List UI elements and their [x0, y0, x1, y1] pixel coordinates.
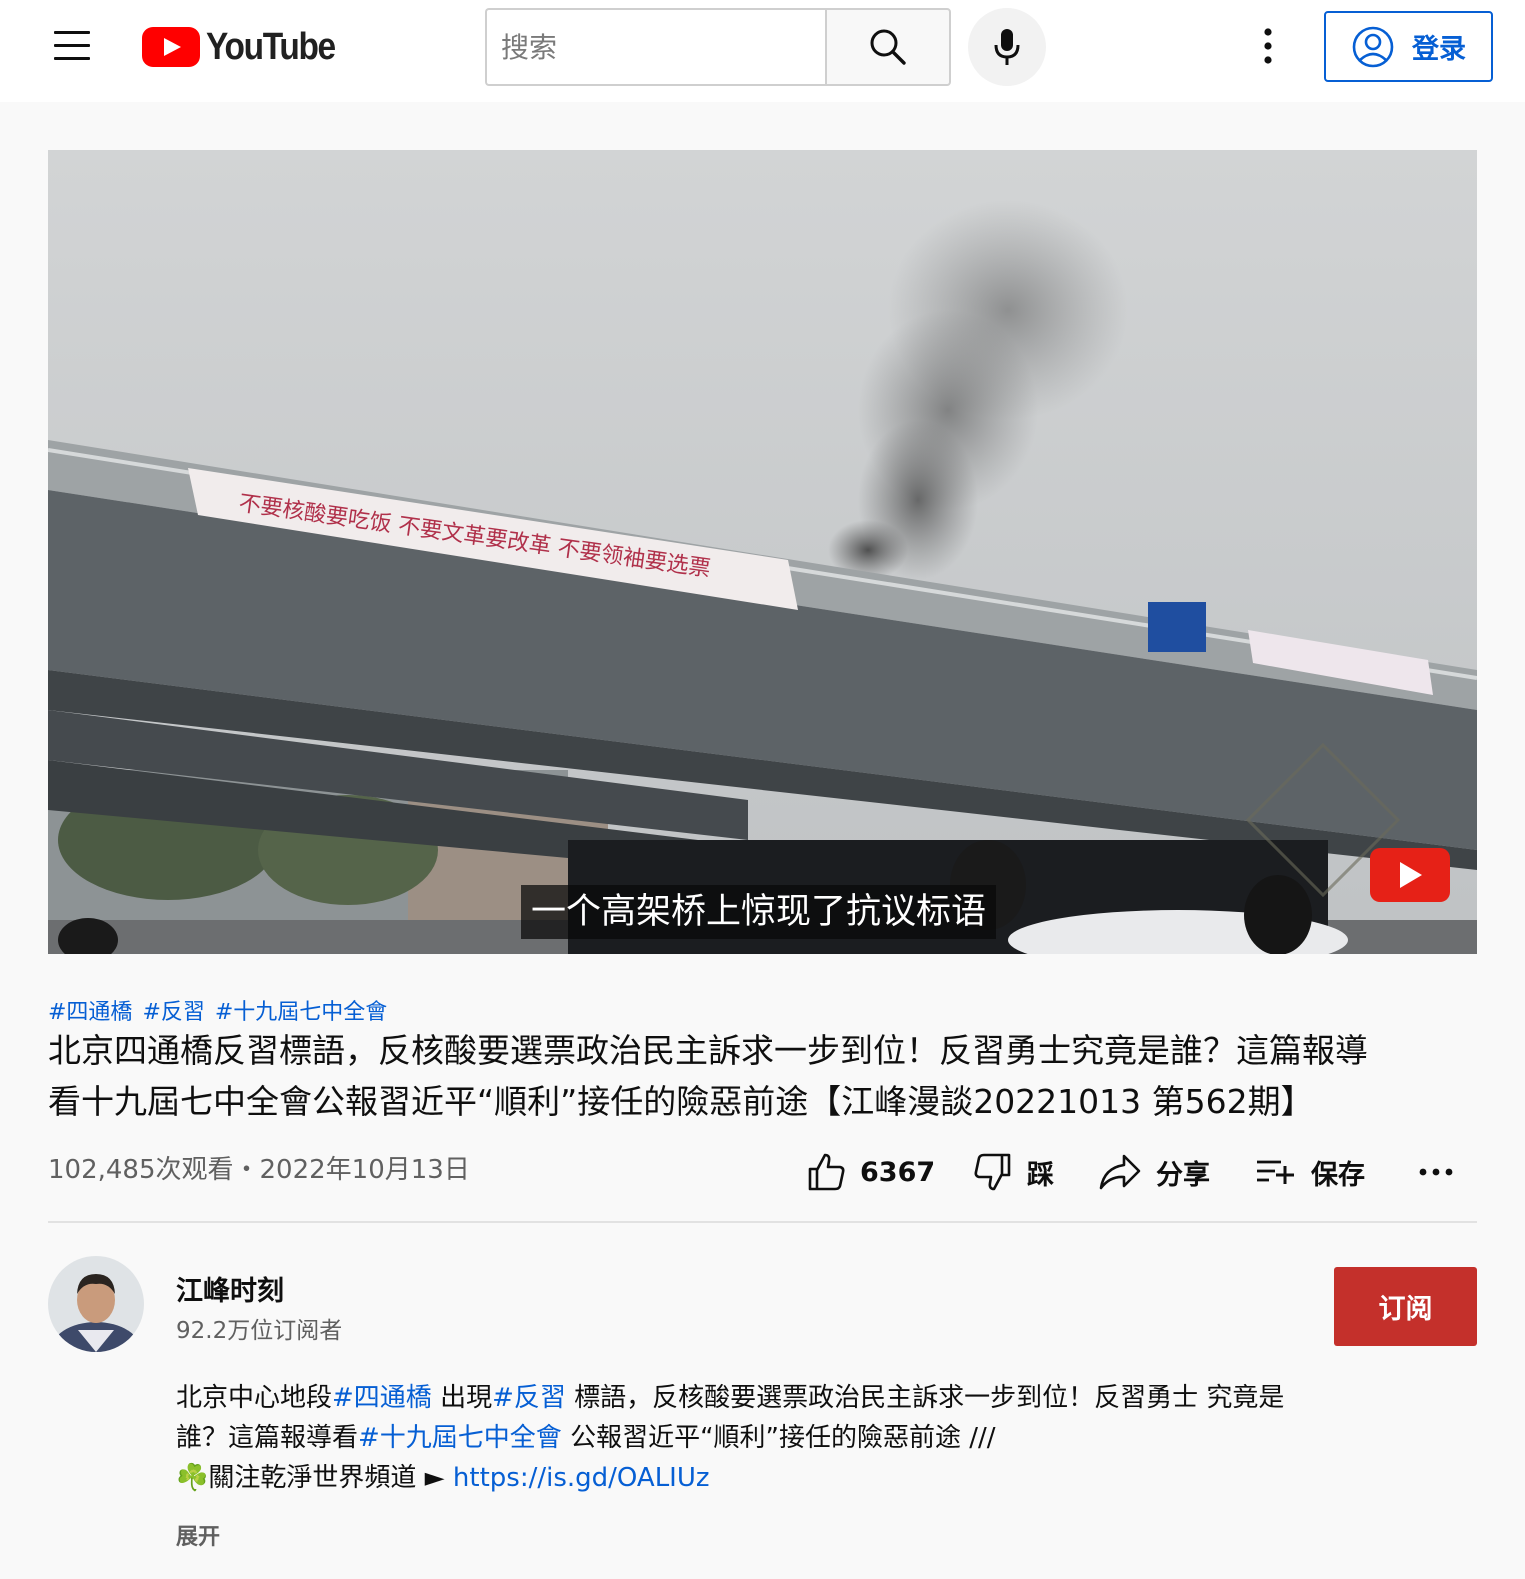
save-label: 保存	[1311, 1159, 1365, 1191]
search-input[interactable]	[501, 30, 826, 64]
video-player[interactable]: 不要核酸要吃饭 不要文革要改革 不要领袖要选票 一个高架桥上惊现了抗议标语	[48, 150, 1477, 954]
more-actions-button[interactable]	[1418, 1146, 1468, 1198]
title-line: 北京四通橋反習標語，反核酸要選票政治民主訴求一步到位！反習勇士究竟是誰？這篇報導	[48, 1031, 1368, 1070]
channel-avatar[interactable]	[48, 1256, 144, 1352]
like-count: 6367	[860, 1156, 936, 1188]
dislike-button[interactable]: 踩	[973, 1146, 1054, 1198]
search-box	[485, 8, 826, 86]
description-line: 北京中心地段#四通橋 出現#反習 標語，反核酸要選票政治民主訴求一步到位！反習勇…	[176, 1378, 1284, 1418]
menu-icon[interactable]	[52, 28, 92, 64]
save-button[interactable]: 保存	[1255, 1146, 1365, 1198]
vertical-dots-icon	[1264, 28, 1272, 64]
channel-name[interactable]: 江峰时刻	[176, 1269, 284, 1308]
description-text: 公報習近平“順利”接任的險惡前途 ///	[561, 1423, 996, 1453]
voice-search-button[interactable]	[968, 8, 1046, 86]
description-text: 標語，反核酸要選票政治民主訴求一步到位！反習勇士 究竟是	[565, 1383, 1285, 1413]
divider	[48, 1221, 1477, 1223]
hashtag-link[interactable]: #十九屆七中全會	[358, 1423, 562, 1453]
external-link[interactable]: https://is.gd/OALIUz	[453, 1463, 710, 1493]
microphone-icon	[994, 29, 1020, 65]
thumbs-up-icon	[808, 1153, 845, 1191]
signin-label: 登录	[1412, 34, 1466, 65]
more-options-button[interactable]	[1248, 26, 1288, 66]
thumbs-down-icon	[974, 1153, 1011, 1191]
video-title: 北京四通橋反習標語，反核酸要選票政治民主訴求一步到位！反習勇士究竟是誰？這篇報導…	[48, 1025, 1488, 1127]
signin-button[interactable]: 登录	[1324, 11, 1493, 82]
description-line: ☘️關注乾淨世界頻道 ► https://is.gd/OALIUz	[176, 1458, 1284, 1498]
account-icon	[1352, 26, 1394, 67]
subscriber-count: 92.2万位订阅者	[176, 1318, 343, 1344]
search-button[interactable]	[825, 8, 951, 86]
expand-button[interactable]: 展开	[176, 1519, 220, 1551]
youtube-logo[interactable]: YouTube	[142, 24, 352, 70]
search-icon	[870, 29, 906, 65]
horizontal-dots-icon	[1419, 1168, 1453, 1176]
hashtag-link[interactable]: #四通橋	[48, 1000, 132, 1025]
subscribe-watermark-icon[interactable]	[1370, 848, 1450, 902]
video-caption: 一个高架桥上惊现了抗议标语	[521, 885, 997, 939]
subscribe-button[interactable]: 订阅	[1334, 1267, 1477, 1346]
share-button[interactable]: 分享	[1098, 1146, 1210, 1198]
title-line: 看十九屆七中全會公報習近平“順利”接任的險惡前途【江峰漫談20221013 第5…	[48, 1082, 1314, 1121]
description-text: 誰？這篇報導看	[176, 1423, 359, 1453]
dislike-label: 踩	[1027, 1159, 1054, 1191]
hashtags: #四通橋 #反習 #十九屆七中全會	[48, 994, 397, 1026]
description-text: 北京中心地段	[176, 1383, 333, 1413]
hashtag-link[interactable]: #反習	[492, 1383, 566, 1413]
description-text: 關注乾淨世界頻道 ►	[208, 1463, 453, 1493]
logo-text: YouTube	[206, 25, 336, 68]
youtube-play-icon	[142, 27, 200, 67]
share-icon	[1099, 1154, 1141, 1190]
view-count-date: 102,485次观看・2022年10月13日	[48, 1155, 470, 1185]
hashtag-link[interactable]: #四通橋	[332, 1383, 432, 1413]
hashtag-link[interactable]: #反習	[142, 1000, 204, 1025]
video-description: 北京中心地段#四通橋 出現#反習 標語，反核酸要選票政治民主訴求一步到位！反習勇…	[176, 1378, 1284, 1498]
hashtag-link[interactable]: #十九屆七中全會	[215, 1000, 387, 1025]
playlist-add-icon	[1257, 1160, 1294, 1184]
description-line: 誰？這篇報導看#十九屆七中全會 公報習近平“順利”接任的險惡前途 ///	[176, 1418, 1284, 1458]
top-bar: YouTube 登录	[0, 0, 1525, 102]
like-button[interactable]: 6367	[806, 1146, 935, 1198]
clover-icon: ☘️	[176, 1463, 209, 1493]
share-label: 分享	[1156, 1159, 1210, 1191]
description-text: 出現	[431, 1383, 493, 1413]
